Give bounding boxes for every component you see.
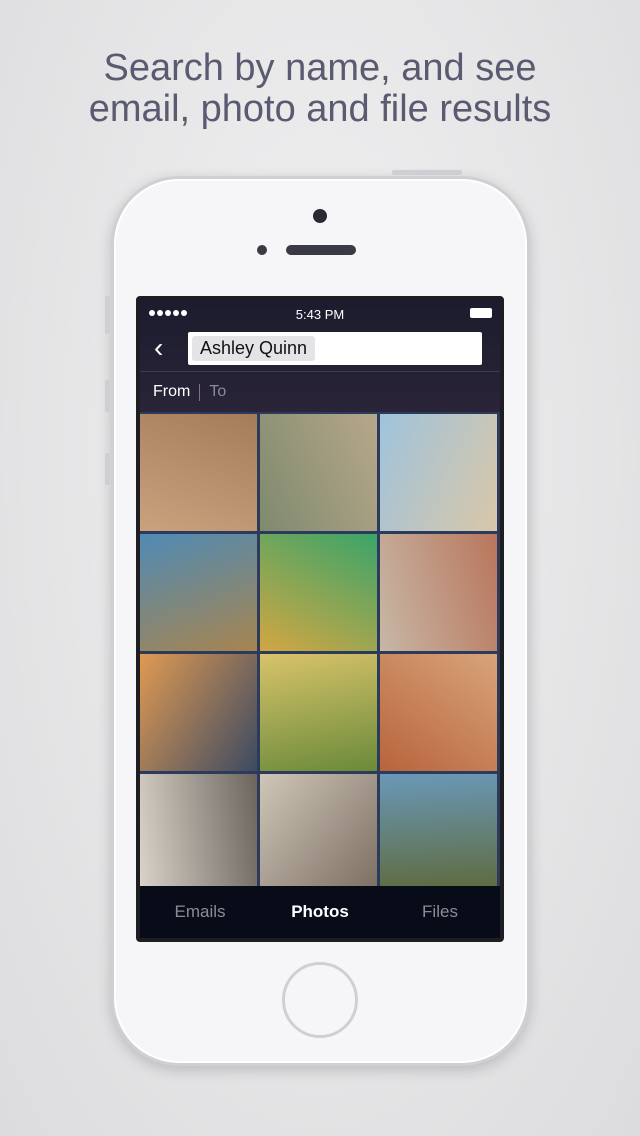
tab-photos[interactable]: Photos <box>260 886 380 938</box>
volume-up-button <box>105 380 110 412</box>
status-time: 5:43 PM <box>295 307 345 322</box>
photo-thumbnail[interactable] <box>260 774 377 891</box>
front-camera <box>313 209 327 223</box>
home-button[interactable] <box>282 962 358 1038</box>
photo-thumbnail[interactable] <box>260 654 377 771</box>
headline: Search by name, and see email, photo and… <box>0 48 640 130</box>
tab-emails[interactable]: Emails <box>140 886 260 938</box>
tab-files[interactable]: Files <box>380 886 500 938</box>
photo-thumbnail[interactable] <box>380 534 497 651</box>
filter-from[interactable]: From <box>153 383 190 401</box>
search-header: ‹ Ashley Quinn <box>140 328 500 372</box>
photo-thumbnail[interactable] <box>140 414 257 531</box>
headline-line-1: Search by name, and see <box>103 47 537 89</box>
status-bar: 5:43 PM <box>140 300 500 328</box>
earpiece-speaker <box>286 245 356 255</box>
battery-icon <box>470 308 492 318</box>
photo-thumbnail[interactable] <box>260 534 377 651</box>
photo-thumbnail[interactable] <box>380 654 497 771</box>
tab-bar: Emails Photos Files <box>140 886 500 938</box>
phone-screen: 5:43 PM ‹ Ashley Quinn From To Emails Ph… <box>136 296 504 942</box>
search-token[interactable]: Ashley Quinn <box>192 336 316 361</box>
photo-grid <box>140 412 500 891</box>
chevron-left-icon[interactable]: ‹ <box>154 334 163 362</box>
search-input[interactable]: Ashley Quinn <box>188 332 482 365</box>
photo-thumbnail[interactable] <box>260 414 377 531</box>
sensor <box>257 245 267 255</box>
filter-divider <box>199 383 201 401</box>
photo-thumbnail[interactable] <box>380 414 497 531</box>
photo-thumbnail[interactable] <box>140 774 257 891</box>
power-button <box>392 170 462 175</box>
headline-line-2: email, photo and file results <box>88 88 552 130</box>
photo-thumbnail[interactable] <box>140 654 257 771</box>
app-screen: 5:43 PM ‹ Ashley Quinn From To Emails Ph… <box>140 300 500 938</box>
filter-to[interactable]: To <box>209 383 226 401</box>
photo-thumbnail[interactable] <box>140 534 257 651</box>
photo-thumbnail[interactable] <box>380 774 497 891</box>
volume-down-button <box>105 453 110 485</box>
mute-switch <box>105 296 110 334</box>
filter-bar: From To <box>140 372 500 412</box>
